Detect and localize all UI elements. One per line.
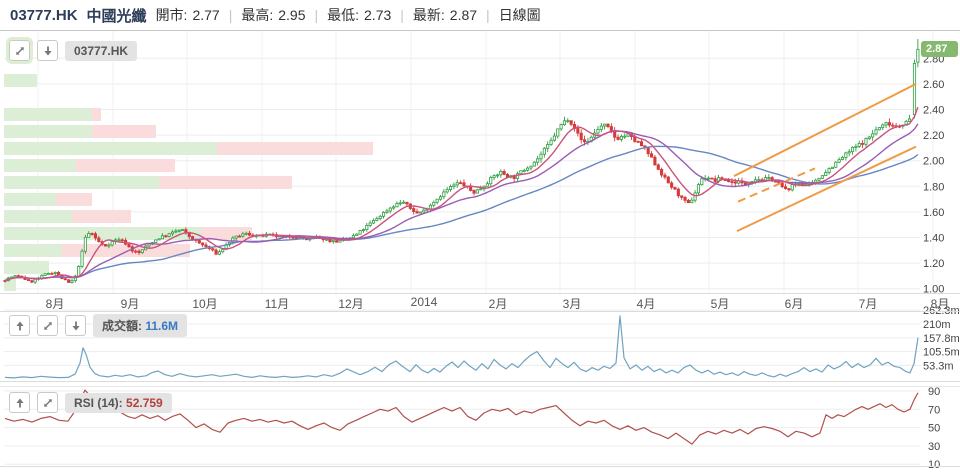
current-price-badge: 2.87 xyxy=(921,41,958,57)
price-tick-label: 1.20 xyxy=(923,258,944,270)
month-label: 5月 xyxy=(711,295,730,312)
volume-tick-label: 157.8m xyxy=(923,333,960,345)
month-label: 3月 xyxy=(563,295,582,312)
turnover-badge: 成交額: 11.6M xyxy=(93,314,187,337)
month-label: 11月 xyxy=(265,295,289,312)
rsi-tick-label: 70 xyxy=(928,404,940,416)
rsi-tick-label: 90 xyxy=(928,386,940,398)
expand-icon xyxy=(42,397,54,409)
trendline-lower[interactable] xyxy=(737,147,916,231)
arrow-down-icon xyxy=(70,320,82,332)
trend-channel xyxy=(734,84,916,231)
volume-tick-label: 53.3m xyxy=(923,360,954,372)
turnover-value: 11.6M xyxy=(145,319,178,333)
month-label: 4月 xyxy=(637,295,656,312)
expand-icon xyxy=(42,320,54,332)
rsi-tick-label: 30 xyxy=(928,441,940,453)
rsi-pane-toolbar: RSI (14): 52.759 xyxy=(9,392,172,413)
rsi-value: 52.759 xyxy=(126,396,163,410)
month-label: 8月 xyxy=(931,295,950,312)
expand-pane-button[interactable] xyxy=(37,315,58,336)
month-label: 2014 xyxy=(411,295,438,309)
month-label: 2月 xyxy=(489,295,508,312)
collapse-pane-button[interactable] xyxy=(37,40,58,61)
main-pane-divider xyxy=(0,293,960,294)
rsi-label: RSI (14): xyxy=(74,396,123,410)
volume-pane-divider xyxy=(0,311,960,312)
price-tick-label: 1.60 xyxy=(923,207,944,219)
price-tick-label: 2.20 xyxy=(923,130,944,142)
month-label: 12月 xyxy=(338,295,363,312)
arrow-up-icon xyxy=(14,320,26,332)
volume-tick-label: 210m xyxy=(923,319,951,331)
volume-tick-label: 105.5m xyxy=(923,347,960,359)
month-label: 7月 xyxy=(859,295,878,312)
stock-chart-app: 03777.HK 中國光纖 開市: 2.77 | 最高: 2.95 | 最低: … xyxy=(0,0,960,472)
price-tick-label: 2.60 xyxy=(923,79,944,91)
price-tick-label: 1.80 xyxy=(923,181,944,193)
rsi-tick-label: 50 xyxy=(928,423,940,435)
price-tick-label: 2.40 xyxy=(923,105,944,117)
move-pane-up-button[interactable] xyxy=(9,392,30,413)
rsi-top-divider xyxy=(0,386,960,387)
month-label: 9月 xyxy=(121,295,140,312)
price-tick-label: 2.00 xyxy=(923,156,944,168)
expand-pane-button[interactable] xyxy=(9,40,30,61)
month-label: 8月 xyxy=(46,295,65,312)
rsi-bottom-divider xyxy=(0,466,960,467)
turnover-label: 成交額: xyxy=(102,319,142,333)
move-pane-up-button[interactable] xyxy=(9,315,30,336)
expand-icon xyxy=(14,45,26,57)
rsi-badge: RSI (14): 52.759 xyxy=(65,393,172,413)
expand-pane-button[interactable] xyxy=(37,392,58,413)
volume-bottom-divider xyxy=(0,381,960,382)
axis-labels: 2.802.602.402.202.001.801.601.401.201.00… xyxy=(923,53,960,471)
main-pane-toolbar: 03777.HK xyxy=(9,40,137,61)
month-label: 6月 xyxy=(785,295,804,312)
volume-profile xyxy=(4,74,373,291)
price-tick-label: 1.40 xyxy=(923,233,944,245)
move-pane-down-button[interactable] xyxy=(65,315,86,336)
symbol-badge[interactable]: 03777.HK xyxy=(65,41,137,61)
arrow-down-icon xyxy=(42,45,54,57)
month-label: 10月 xyxy=(192,295,217,312)
volume-pane-toolbar: 成交額: 11.6M xyxy=(9,314,187,337)
header-divider xyxy=(0,30,960,31)
arrow-up-icon xyxy=(14,397,26,409)
